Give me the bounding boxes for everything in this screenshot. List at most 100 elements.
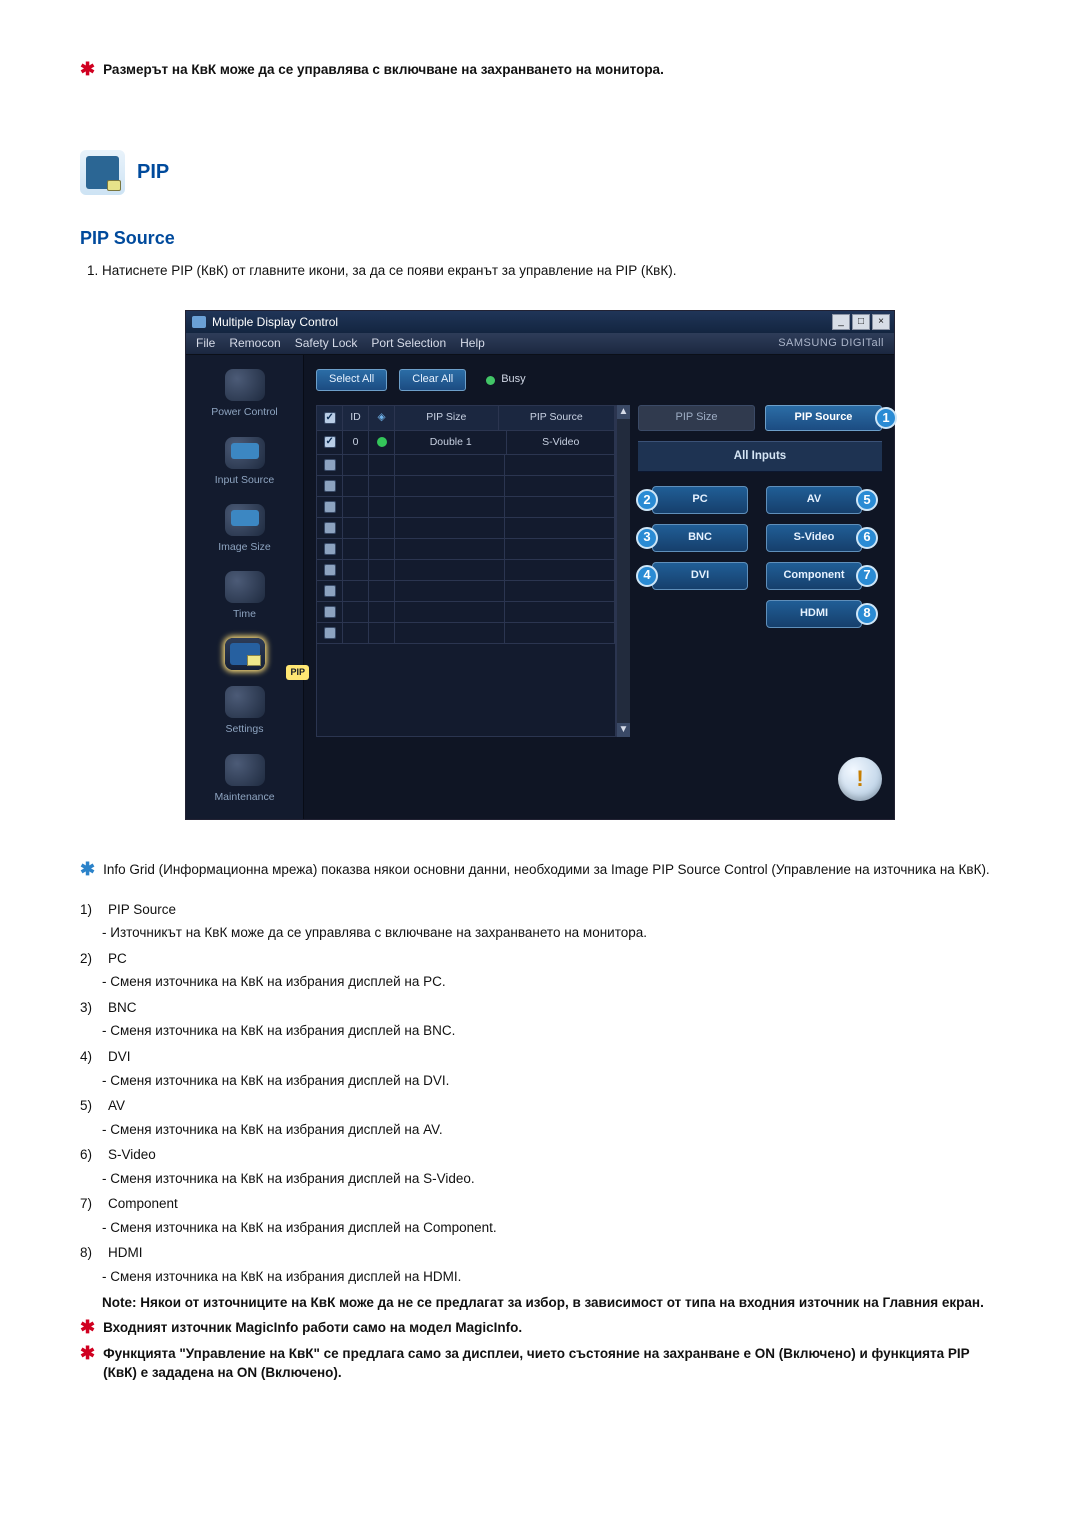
menubar: File Remocon Safety Lock Port Selection … <box>186 333 894 355</box>
item-title: PC <box>108 949 1000 969</box>
scroll-up-icon[interactable]: ▲ <box>617 405 630 419</box>
busy-dot-icon <box>486 376 495 385</box>
menu-safety-lock[interactable]: Safety Lock <box>295 335 358 352</box>
input-bnc-button[interactable]: BNC <box>652 524 748 552</box>
grid-scrollbar[interactable]: ▲ ▼ <box>616 405 630 736</box>
star-note-2: Функцията "Управление на КвК" се предлаг… <box>103 1344 1000 1383</box>
callout-2: 2 <box>636 489 658 511</box>
top-note: Размерът на КвК може да се управлява с в… <box>103 60 1000 80</box>
pip-heading-icon <box>80 150 125 195</box>
item-desc: - Източникът на КвК може да се управлява… <box>102 923 1000 943</box>
maintenance-icon <box>225 754 265 786</box>
note-bold: Note: Някои от източниците на КвК може д… <box>102 1293 1000 1313</box>
sidebar-item-input-source[interactable]: Input Source <box>186 433 303 492</box>
app-window: Multiple Display Control _ □ × File Remo… <box>185 310 895 819</box>
grid-head-source: PIP Source <box>499 406 615 430</box>
item-desc: - Сменя източника на КвК на избрания дис… <box>102 1021 1000 1041</box>
sidebar-label: Input Source <box>215 473 275 488</box>
row-checkbox[interactable] <box>324 543 336 555</box>
busy-indicator: Busy <box>486 372 525 388</box>
sidebar-item-image-size[interactable]: Image Size <box>186 500 303 559</box>
image-size-icon <box>225 504 265 536</box>
minimize-button[interactable]: _ <box>832 314 850 330</box>
power-icon <box>225 369 265 401</box>
pip-heading-row: PIP <box>80 150 1000 195</box>
item-desc: - Сменя източника на КвК на избрания дис… <box>102 1218 1000 1238</box>
sidebar-item-pip[interactable]: PIP <box>186 634 303 674</box>
input-component-button[interactable]: Component <box>766 562 862 590</box>
input-pc-button[interactable]: PC <box>652 486 748 514</box>
pip-size-tab[interactable]: PIP Size <box>638 405 755 431</box>
info-grid: ID ◈ PIP Size PIP Source 0 Double 1 S-Vi… <box>316 405 616 736</box>
item-number: 5) <box>80 1096 102 1116</box>
grid-head-checkbox[interactable] <box>317 406 343 430</box>
all-inputs-label: All Inputs <box>638 441 882 472</box>
row-checkbox[interactable] <box>324 606 336 618</box>
select-all-button[interactable]: Select All <box>316 369 387 391</box>
sidebar-item-maintenance[interactable]: Maintenance <box>186 750 303 809</box>
pip-source-tab[interactable]: PIP Source 1 <box>765 405 882 431</box>
callout-4: 4 <box>636 565 658 587</box>
menu-port-selection[interactable]: Port Selection <box>371 335 446 352</box>
star-icon: ✱ <box>80 1318 95 1338</box>
menu-file[interactable]: File <box>196 335 215 352</box>
right-panel: PIP Size PIP Source 1 All Inputs 2 PC <box>638 405 882 736</box>
row-checkbox[interactable] <box>324 436 336 448</box>
inputs-grid: 2 PC AV 5 3 BNC S-Video <box>638 482 882 632</box>
input-av-button[interactable]: AV <box>766 486 862 514</box>
input-dvi-button[interactable]: DVI <box>652 562 748 590</box>
time-icon <box>225 571 265 603</box>
pip-sidebar-icon <box>225 638 265 670</box>
input-hdmi-button[interactable]: HDMI <box>766 600 862 628</box>
item-title: S-Video <box>108 1145 1000 1165</box>
row-id: 0 <box>343 431 369 455</box>
item-number: 7) <box>80 1194 102 1214</box>
close-button[interactable]: × <box>872 314 890 330</box>
item-number: 1) <box>80 900 102 920</box>
row-checkbox[interactable] <box>324 564 336 576</box>
callout-6: 6 <box>856 527 878 549</box>
row-checkbox[interactable] <box>324 459 336 471</box>
sidebar-item-time[interactable]: Time <box>186 567 303 626</box>
sidebar-item-settings[interactable]: Settings <box>186 682 303 741</box>
callout-8: 8 <box>856 603 878 625</box>
row-size: Double 1 <box>395 431 507 455</box>
window-controls: _ □ × <box>832 314 890 330</box>
sidebar-label: Time <box>233 607 256 622</box>
star-icon: ✱ <box>80 60 95 80</box>
row-checkbox[interactable] <box>324 480 336 492</box>
clear-all-button[interactable]: Clear All <box>399 369 466 391</box>
maximize-button[interactable]: □ <box>852 314 870 330</box>
pip-source-tab-label: PIP Source <box>795 411 853 423</box>
row-source: S-Video <box>507 431 615 455</box>
menu-remocon[interactable]: Remocon <box>229 335 280 352</box>
row-checkbox[interactable] <box>324 627 336 639</box>
scroll-down-icon[interactable]: ▼ <box>617 723 630 737</box>
pip-heading: PIP <box>137 158 169 187</box>
row-checkbox[interactable] <box>324 501 336 513</box>
input-svideo-button[interactable]: S-Video <box>766 524 862 552</box>
star-icon: ✱ <box>80 1344 95 1364</box>
item-title: Component <box>108 1194 1000 1214</box>
item-desc: - Сменя източника на КвК на избрания дис… <box>102 1169 1000 1189</box>
item-number: 3) <box>80 998 102 1018</box>
item-number: 6) <box>80 1145 102 1165</box>
row-checkbox[interactable] <box>324 522 336 534</box>
alert-icon[interactable]: ! <box>838 757 882 801</box>
grid-row[interactable]: 0 Double 1 S-Video <box>317 431 615 455</box>
sidebar-label: Maintenance <box>214 790 274 805</box>
sidebar-item-power-control[interactable]: Power Control <box>186 365 303 424</box>
callout-7: 7 <box>856 565 878 587</box>
row-checkbox[interactable] <box>324 585 336 597</box>
sidebar-label: Power Control <box>211 405 278 420</box>
explain-list: 1)PIP Source - Източникът на КвК може да… <box>80 900 1000 1313</box>
item-title: BNC <box>108 998 1000 1018</box>
star-note-1: Входният източник MagicInfo работи само … <box>103 1318 1000 1338</box>
grid-head-size: PIP Size <box>395 406 499 430</box>
callout-3: 3 <box>636 527 658 549</box>
grid-head-id: ID <box>343 406 369 430</box>
item-desc: - Сменя източника на КвК на избрания дис… <box>102 1267 1000 1287</box>
status-lamp-icon <box>377 437 387 447</box>
info-grid-text: Info Grid (Информационна мрежа) показва … <box>103 860 1000 880</box>
menu-help[interactable]: Help <box>460 335 485 352</box>
